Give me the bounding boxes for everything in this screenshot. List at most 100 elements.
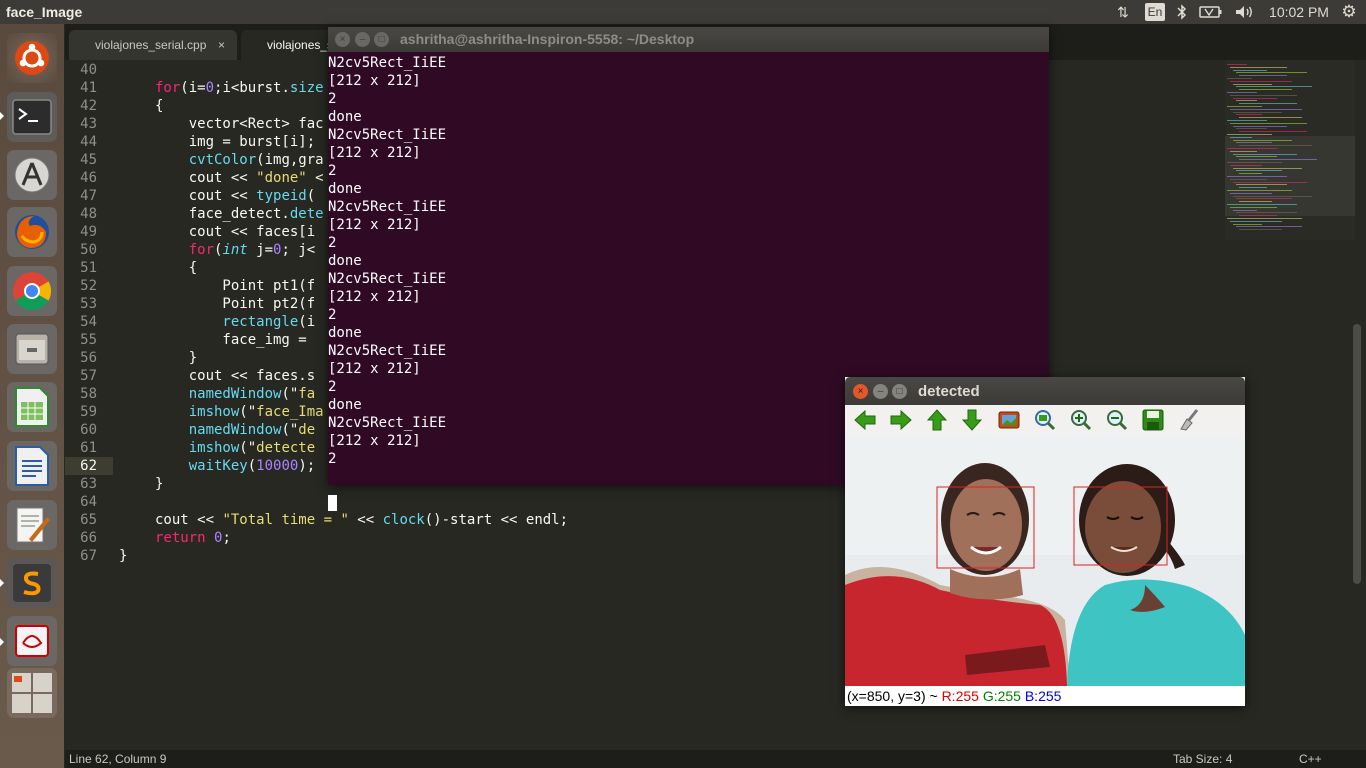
code-token: return (155, 530, 206, 546)
pixel-green: G:255 (982, 688, 1021, 704)
code-token: ()-start << endl; (424, 512, 569, 528)
minimap-line (1230, 66, 1287, 68)
code-line: namedWindow("de (155, 421, 315, 439)
minimap-line (1236, 212, 1297, 214)
minimap-line (1230, 178, 1267, 180)
chrome-icon[interactable] (7, 266, 57, 316)
software-updater-icon[interactable] (7, 150, 57, 200)
properties-icon[interactable] (1177, 409, 1201, 431)
code-token: ;i<burst. (214, 80, 290, 96)
close-icon[interactable]: × (853, 384, 868, 399)
minimap-line (1233, 223, 1262, 225)
code-token: namedWindow (155, 386, 282, 402)
minimap-line (1236, 100, 1257, 102)
code-token: for (155, 80, 181, 96)
pan-left-icon[interactable] (853, 409, 877, 431)
libreoffice-writer-icon[interactable] (7, 441, 57, 491)
code-token: (img,gra (256, 152, 324, 168)
minimap-line (1227, 176, 1287, 177)
code-token: < (306, 170, 324, 186)
syntax-selector[interactable]: C++ (1299, 752, 1322, 766)
minimize-icon[interactable]: – (873, 384, 888, 399)
minimap-line (1230, 192, 1272, 194)
terminal-line: 2 (328, 91, 337, 107)
terminal-line: [212 x 212] (328, 217, 421, 233)
gear-icon[interactable]: ⚙ (1338, 2, 1360, 21)
code-token: } (119, 548, 128, 564)
minimap-line (1233, 125, 1287, 127)
cursor-position: Line 62, Column 9 (69, 752, 167, 766)
code-line: img = burst[i]; (155, 133, 315, 151)
battery-icon[interactable] (1198, 3, 1224, 21)
save-icon[interactable] (1141, 409, 1165, 431)
pan-up-icon[interactable] (925, 409, 949, 431)
code-line: cout << "Total time = " << clock()-start… (155, 511, 568, 529)
workspaces-icon[interactable] (7, 668, 57, 718)
pan-right-icon[interactable] (889, 409, 913, 431)
terminal-title: ashritha@ashritha-Inspiron-5558: ~/Deskt… (400, 31, 695, 47)
close-icon[interactable]: × (335, 32, 350, 47)
code-token: vector<Rect> fac (155, 116, 324, 132)
libreoffice-calc-icon[interactable] (7, 382, 57, 432)
minimap[interactable] (1225, 60, 1355, 240)
code-token: Point pt1(f (155, 278, 316, 294)
pixel-red: R:255 (941, 688, 979, 704)
detected-titlebar[interactable]: × – □ detected (845, 377, 1245, 405)
tab-size-selector[interactable]: Tab Size: 4 (1173, 752, 1232, 766)
code-token: (" (281, 422, 299, 438)
close-icon[interactable]: × (218, 38, 225, 52)
minimap-line (1239, 201, 1272, 203)
minimap-line (1233, 139, 1292, 141)
minimap-line (1227, 64, 1247, 65)
code-token: } (155, 476, 164, 492)
pan-down-icon[interactable] (960, 409, 984, 431)
code-token: for (155, 242, 215, 258)
zoom-out-icon[interactable] (1105, 409, 1129, 431)
code-token: "done" (256, 170, 307, 186)
minimap-line (1233, 181, 1307, 183)
text-editor-icon[interactable] (7, 500, 57, 550)
sublime-text-icon[interactable] (7, 558, 57, 608)
zoom-in-icon[interactable] (1069, 409, 1093, 431)
minimap-line (1230, 80, 1292, 82)
bluetooth-icon[interactable] (1172, 3, 1192, 21)
code-token: (" (239, 440, 257, 456)
evince-icon[interactable] (7, 616, 57, 666)
code-line: } (155, 349, 197, 367)
launcher (0, 24, 65, 768)
code-token: 10000 (256, 458, 299, 474)
code-line: { (155, 259, 197, 277)
code-token: (i= (180, 80, 206, 96)
terminal-line: N2cv5Rect_IiEE (328, 343, 447, 359)
code-token: ; (222, 530, 231, 546)
terminal-titlebar[interactable]: × – □ ashritha@ashritha-Inspiron-5558: ~… (328, 27, 1049, 52)
terminal-line: done (328, 397, 362, 413)
code-line: face_img = (155, 331, 315, 349)
minimap-line (1233, 195, 1312, 197)
keyboard-layout-indicator[interactable]: En (1145, 3, 1165, 21)
terminal-icon[interactable] (7, 92, 57, 142)
code-token: imshow (155, 404, 240, 420)
minimap-line (1230, 108, 1302, 110)
minimap-line (1230, 220, 1282, 222)
clock[interactable]: 10:02 PM (1266, 3, 1332, 21)
detected-window[interactable]: × – □ detected (x=850, y=3) ~ R:255 G:25… (845, 377, 1245, 706)
maximize-icon[interactable]: □ (374, 32, 389, 47)
minimap-line (1227, 148, 1277, 149)
files-icon[interactable] (7, 324, 57, 374)
vertical-scrollbar[interactable] (1353, 324, 1361, 584)
firefox-icon[interactable] (7, 207, 57, 257)
code-line: } (155, 475, 163, 493)
network-icon[interactable]: ⇅ (1112, 3, 1134, 21)
maximize-icon[interactable]: □ (892, 384, 907, 399)
running-indicator (0, 579, 4, 587)
code-line: rectangle(i (155, 313, 315, 331)
status-bar: Line 62, Column 9 Tab Size: 4 C++ (65, 750, 1366, 768)
ubuntu-dash-icon[interactable] (7, 33, 57, 83)
minimize-icon[interactable]: – (355, 32, 370, 47)
zoom-fit-icon[interactable] (1033, 409, 1057, 431)
tab-violajones-serial[interactable]: violajones_serial.cpp × (69, 30, 237, 60)
zoom-original-icon[interactable] (997, 409, 1021, 431)
detected-image[interactable] (845, 435, 1245, 686)
volume-icon[interactable] (1234, 3, 1256, 21)
